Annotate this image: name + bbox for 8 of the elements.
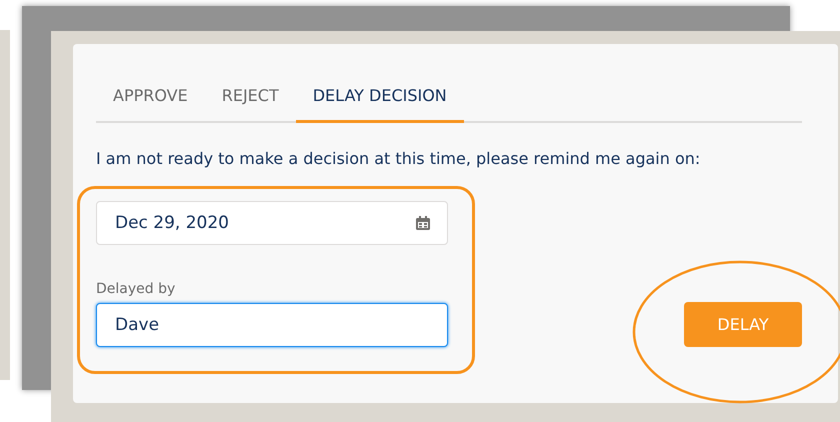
tab[interactable]: APPROVE <box>96 74 205 123</box>
instruction-text: I am not ready to make a decision at this time, please remind me again on: <box>96 149 702 168</box>
delayed-by-input[interactable]: Dave <box>96 303 448 347</box>
date-field[interactable]: Dec 29, 2020 <box>96 201 448 245</box>
field-label: Delayed by <box>96 281 176 297</box>
tab[interactable]: REJECT <box>204 74 296 123</box>
tab[interactable]: DELAY DECISION <box>296 74 464 123</box>
calendar-icon[interactable] <box>415 215 431 231</box>
